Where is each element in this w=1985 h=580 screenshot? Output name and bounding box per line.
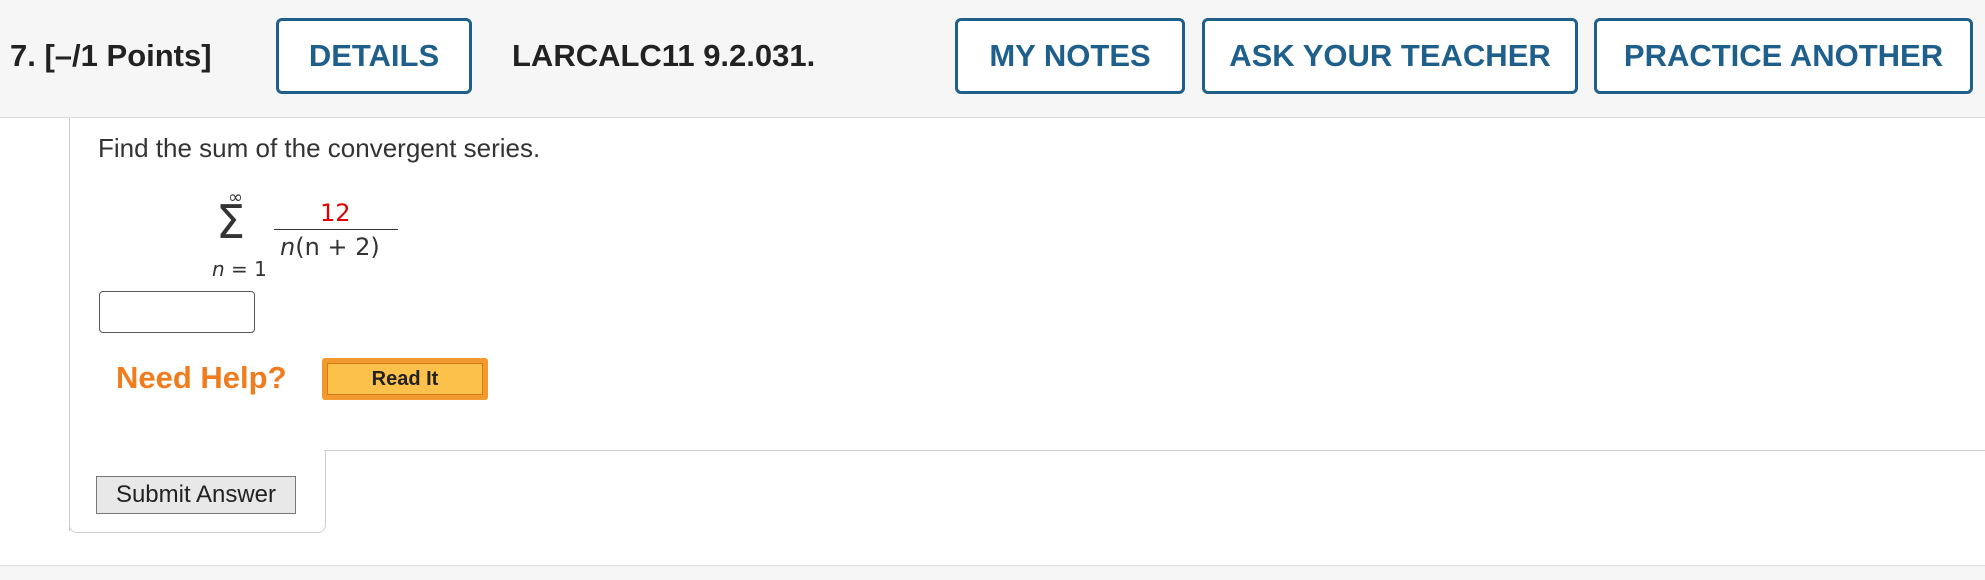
- question-content-panel: [69, 118, 1985, 531]
- lower-limit: n = 1: [212, 257, 267, 281]
- answer-input[interactable]: [99, 291, 255, 333]
- problem-prompt: Find the sum of the convergent series.: [98, 133, 541, 163]
- submit-answer-button[interactable]: Submit Answer: [96, 476, 296, 514]
- details-button[interactable]: DETAILS: [276, 18, 472, 94]
- need-help-label: Need Help?: [116, 360, 287, 395]
- content-divider: [324, 450, 1985, 451]
- question-reference: LARCALC11 9.2.031.: [512, 38, 816, 73]
- read-it-label: Read It: [327, 363, 483, 395]
- question-header: 7. [–/1 Points] DETAILS LARCALC11 9.2.03…: [0, 0, 1985, 118]
- points-text: [–/1 Points]: [44, 38, 212, 73]
- fraction-numerator: 12: [320, 199, 351, 227]
- details-label: DETAILS: [308, 38, 440, 73]
- series-expression: ∞ Σ n = 1 12 n(n + 2): [200, 187, 410, 281]
- ask-your-teacher-button[interactable]: ASK YOUR TEACHER: [1202, 18, 1578, 94]
- lower-limit-var: n: [212, 257, 225, 281]
- read-it-button[interactable]: Read It: [322, 358, 488, 400]
- sigma-symbol: Σ: [216, 195, 246, 249]
- fraction-denominator: n(n + 2): [280, 233, 380, 261]
- practice-another-label: PRACTICE ANOTHER: [1623, 38, 1944, 73]
- question-number: 7. [–/1 Points]: [10, 38, 212, 74]
- question-number-text: 7.: [10, 38, 36, 73]
- footer-divider: [0, 565, 1985, 580]
- denominator-var: n: [280, 233, 296, 261]
- my-notes-button[interactable]: MY NOTES: [955, 18, 1185, 94]
- denominator-rest: (n + 2): [295, 233, 380, 261]
- my-notes-label: MY NOTES: [989, 38, 1151, 73]
- ask-teacher-label: ASK YOUR TEACHER: [1229, 38, 1551, 73]
- practice-another-button[interactable]: PRACTICE ANOTHER: [1594, 18, 1973, 94]
- lower-limit-rest: = 1: [224, 257, 267, 281]
- fraction-bar: [274, 229, 398, 230]
